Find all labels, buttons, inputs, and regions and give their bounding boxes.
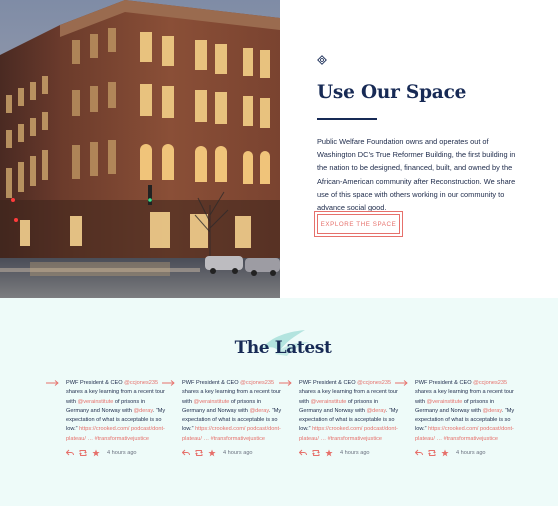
use-our-space-description: Public Welfare Foundation owns and opera… [317,137,516,213]
building-photo [0,0,280,298]
tweet-mention-link[interactable]: @ccjones235 [357,380,391,386]
tweet-mention-link[interactable]: @verainstitute [427,399,463,405]
like-star-icon[interactable] [441,449,449,457]
reply-icon[interactable] [66,449,74,457]
tweet-card: PWF President & CEO @ccjones235 shares a… [46,379,176,457]
tweet-card: PWF President & CEO @ccjones235 shares a… [279,379,409,457]
arrow-right-icon [46,380,59,386]
tweet-lead-text: PWF President & CEO [415,380,474,386]
tweet-text: PWF President & CEO @ccjones235 shares a… [299,379,399,444]
use-our-space-panel: Use Our Space Public Welfare Foundation … [317,52,522,214]
tweet-timestamp: 4 hours ago [223,450,253,457]
tweet-lead-text: PWF President & CEO [66,380,125,386]
arrow-right-icon [162,380,175,386]
retweet-icon[interactable] [312,449,320,457]
tweet-mention-link[interactable]: @ccjones235 [473,380,507,386]
reply-icon[interactable] [415,449,423,457]
tweet-text: PWF President & CEO @ccjones235 shares a… [415,379,515,444]
tweet-hashtag-link[interactable]: #transformativejustice [444,436,498,442]
tweet-hashtag-link[interactable]: #transformativejustice [95,436,149,442]
tweet-actions: 4 hours ago [182,449,292,457]
tweet-card: PWF President & CEO @ccjones235 shares a… [162,379,292,457]
tweet-mention-link[interactable]: @deray [482,408,501,414]
tweet-actions: 4 hours ago [66,449,176,457]
retweet-icon[interactable] [428,449,436,457]
tweet-hashtag-link[interactable]: #transformativejustice [328,436,382,442]
tweet-card: PWF President & CEO @ccjones235 shares a… [395,379,525,457]
tweet-text: PWF President & CEO @ccjones235 shares a… [66,379,166,444]
tweet-timestamp: 4 hours ago [107,450,137,457]
tweet-mention-link[interactable]: @verainstitute [78,399,114,405]
the-latest-heading: The Latest [234,338,332,358]
tweet-timestamp: 4 hours ago [456,450,486,457]
tweet-mention-link[interactable]: @ccjones235 [124,380,158,386]
tweet-lead-text: PWF President & CEO [299,380,358,386]
building-photo-illustration [0,0,280,298]
tweet-mention-link[interactable]: @ccjones235 [240,380,274,386]
heading-underline [317,118,377,120]
arrow-right-icon [279,380,292,386]
like-star-icon[interactable] [208,449,216,457]
arrow-right-icon [395,380,408,386]
tweet-mention-link[interactable]: @deray [366,408,385,414]
retweet-icon[interactable] [79,449,87,457]
like-star-icon[interactable] [325,449,333,457]
tweet-actions: 4 hours ago [415,449,525,457]
diamond-badge-icon [317,55,327,65]
the-latest-heading-group: The Latest [233,328,333,362]
explore-the-space-button[interactable]: EXPLORE THE SPACE [314,211,403,237]
tweet-lead-text: PWF President & CEO [182,380,241,386]
use-our-space-heading: Use Our Space [317,82,467,103]
tweet-mention-link[interactable]: @deray [249,408,268,414]
tweet-mention-link[interactable]: @verainstitute [194,399,230,405]
reply-icon[interactable] [182,449,190,457]
reply-icon[interactable] [299,449,307,457]
the-latest-section: The Latest PWF President & CEO @ccjones2… [0,298,558,506]
tweet-timestamp: 4 hours ago [340,450,370,457]
tweet-actions: 4 hours ago [299,449,409,457]
tweet-hashtag-link[interactable]: #transformativejustice [211,436,265,442]
use-our-space-section: Use Our Space Public Welfare Foundation … [0,0,558,298]
retweet-icon[interactable] [195,449,203,457]
like-star-icon[interactable] [92,449,100,457]
tweet-mention-link[interactable]: @deray [133,408,152,414]
tweet-mention-link[interactable]: @verainstitute [311,399,347,405]
tweet-text: PWF President & CEO @ccjones235 shares a… [182,379,282,444]
